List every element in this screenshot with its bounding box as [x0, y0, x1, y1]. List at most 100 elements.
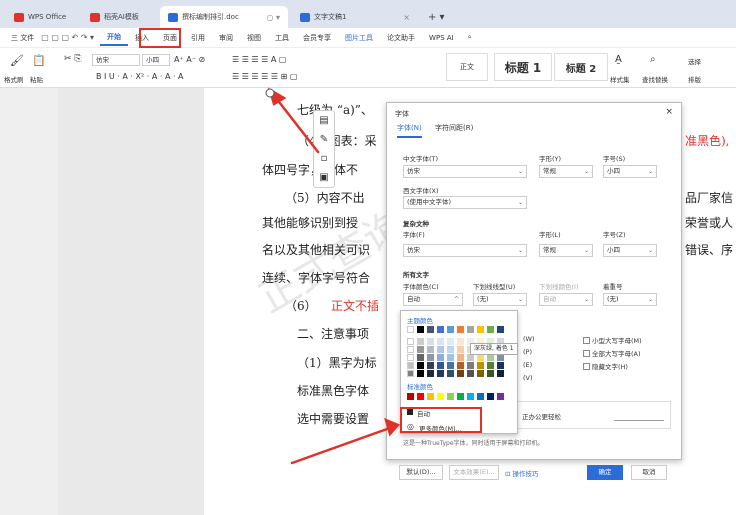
- color-swatch[interactable]: [447, 338, 454, 345]
- paragraph-align-buttons[interactable]: ☰ ☰ ☰ ☰ ☰ ⊞ ▢: [232, 72, 297, 81]
- image-options-icon[interactable]: ▣: [314, 168, 334, 187]
- west-font-select[interactable]: (使用中文字体) ⌄: [403, 196, 527, 209]
- cx-font-select[interactable]: 仿宋 ⌄: [403, 244, 527, 257]
- color-swatch[interactable]: [427, 326, 434, 333]
- search-icon[interactable]: ⌕: [461, 33, 479, 42]
- standard-color-swatch[interactable]: [437, 393, 444, 400]
- font-size-buttons[interactable]: A⁺ A⁻ ⊘: [174, 55, 205, 64]
- tab-document-active[interactable]: 撰标编制排引.doc ○ ▾: [160, 6, 288, 28]
- underline-select[interactable]: (无) ⌄: [473, 293, 527, 306]
- font-name-select[interactable]: 仿宋: [92, 54, 140, 66]
- color-swatch[interactable]: [477, 326, 484, 333]
- color-swatch[interactable]: [417, 338, 424, 345]
- quick-access-toolbar[interactable]: ▢ ▢ ▢ ↶ ↷ ▾: [41, 33, 100, 42]
- standard-color-swatch[interactable]: [457, 393, 464, 400]
- menu-thesis[interactable]: 论文助手: [380, 33, 422, 43]
- color-swatch[interactable]: [497, 362, 504, 369]
- paste-label[interactable]: 粘贴: [30, 74, 43, 84]
- standard-color-swatch[interactable]: [497, 393, 504, 400]
- tab-wps-office[interactable]: WPS Office: [6, 6, 78, 28]
- color-swatch[interactable]: [457, 370, 464, 377]
- standard-color-swatch[interactable]: [487, 393, 494, 400]
- tab-font[interactable]: 字体(N): [397, 123, 422, 138]
- color-swatch[interactable]: [497, 370, 504, 377]
- more-colors-option[interactable]: ◎ 更多颜色(M)...: [405, 420, 515, 433]
- menu-tools[interactable]: 工具: [268, 33, 296, 43]
- menu-wps-ai[interactable]: WPS AI: [422, 34, 461, 42]
- tab-template[interactable]: 稻壳AI模板: [82, 6, 156, 28]
- color-swatch[interactable]: [467, 354, 474, 361]
- color-swatch[interactable]: [407, 362, 414, 369]
- style-heading-1[interactable]: 标题 1: [494, 53, 552, 81]
- color-swatch[interactable]: [487, 354, 494, 361]
- auto-color-option[interactable]: 自动: [405, 407, 515, 418]
- color-swatch[interactable]: [467, 370, 474, 377]
- standard-color-swatch[interactable]: [417, 393, 424, 400]
- find-replace-icon[interactable]: ⌕: [650, 54, 656, 65]
- color-swatch[interactable]: [457, 326, 464, 333]
- color-swatch[interactable]: [407, 346, 414, 353]
- color-swatch[interactable]: [447, 362, 454, 369]
- tab-document-2[interactable]: 文字文稿1 ×: [292, 6, 418, 28]
- standard-color-swatch[interactable]: [427, 393, 434, 400]
- format-painter-label[interactable]: 格式刷: [4, 74, 24, 84]
- color-swatch[interactable]: [467, 362, 474, 369]
- color-swatch[interactable]: [487, 370, 494, 377]
- menu-view[interactable]: 视图: [240, 33, 268, 43]
- cx-size-select[interactable]: 小四 ⌄: [603, 244, 657, 257]
- color-swatch[interactable]: [477, 354, 484, 361]
- color-swatch[interactable]: [427, 370, 434, 377]
- paste-icon[interactable]: 📋: [32, 54, 46, 67]
- color-swatch[interactable]: [477, 362, 484, 369]
- color-swatch[interactable]: [457, 354, 464, 361]
- color-swatch[interactable]: [407, 354, 414, 361]
- color-swatch[interactable]: [497, 354, 504, 361]
- all-caps-checkbox[interactable]: 全部大写字母(A): [583, 348, 641, 358]
- color-swatch[interactable]: [447, 354, 454, 361]
- paragraph-list-buttons[interactable]: ☰ ☰ ☰ ☰ A ▢: [232, 55, 286, 64]
- menu-home[interactable]: 开始: [100, 30, 129, 46]
- tab-character-spacing[interactable]: 字符间距(R): [435, 123, 473, 136]
- color-swatch[interactable]: [477, 370, 484, 377]
- tips-link[interactable]: ⊡ 操作技巧: [505, 468, 539, 478]
- small-caps-checkbox[interactable]: 小型大写字母(M): [583, 335, 642, 345]
- emphasis-select[interactable]: (无) ⌄: [603, 293, 657, 306]
- color-swatch[interactable]: [417, 354, 424, 361]
- default-button[interactable]: 默认(D)...: [399, 465, 443, 480]
- color-swatch[interactable]: [497, 326, 504, 333]
- style-heading-2[interactable]: 标题 2: [554, 53, 608, 81]
- style-set-icon[interactable]: A̱: [615, 54, 622, 65]
- color-swatch[interactable]: [447, 370, 454, 377]
- color-swatch[interactable]: [427, 354, 434, 361]
- cancel-button[interactable]: 取消: [631, 465, 667, 480]
- color-swatch[interactable]: [427, 362, 434, 369]
- color-swatch[interactable]: [447, 326, 454, 333]
- select-button[interactable]: 选择: [688, 56, 701, 66]
- menu-page[interactable]: 页面: [156, 33, 184, 43]
- style-set-label[interactable]: 样式集: [610, 74, 630, 84]
- typeset-button[interactable]: 排版: [688, 74, 701, 84]
- effect-e[interactable]: (E): [523, 361, 532, 369]
- style-normal[interactable]: 正文: [446, 53, 488, 81]
- text-effects-button[interactable]: 文本效果(E)...: [449, 465, 499, 480]
- close-icon[interactable]: ×: [665, 107, 673, 117]
- format-painter-icon[interactable]: 🖌: [10, 54, 24, 67]
- color-swatch[interactable]: [457, 362, 464, 369]
- style-select[interactable]: 常规 ⌄: [539, 165, 593, 178]
- cn-font-select[interactable]: 仿宋 ⌄: [403, 165, 527, 178]
- color-swatch[interactable]: [417, 326, 424, 333]
- color-swatch[interactable]: [437, 346, 444, 353]
- hidden-text-checkbox[interactable]: 隐藏文字(H): [583, 361, 628, 371]
- find-replace-label[interactable]: 查找替换: [642, 74, 668, 84]
- menu-references[interactable]: 引用: [184, 33, 212, 43]
- menu-member[interactable]: 会员专享: [296, 33, 338, 43]
- standard-color-swatch[interactable]: [407, 393, 414, 400]
- color-swatch[interactable]: [437, 362, 444, 369]
- close-icon[interactable]: ×: [403, 13, 410, 22]
- cx-style-select[interactable]: 常规 ⌄: [539, 244, 593, 257]
- color-swatch[interactable]: [427, 338, 434, 345]
- standard-color-swatch[interactable]: [447, 393, 454, 400]
- color-swatch[interactable]: [407, 370, 414, 377]
- menu-insert[interactable]: 插入: [128, 33, 156, 43]
- effect-p[interactable]: (P): [523, 348, 532, 356]
